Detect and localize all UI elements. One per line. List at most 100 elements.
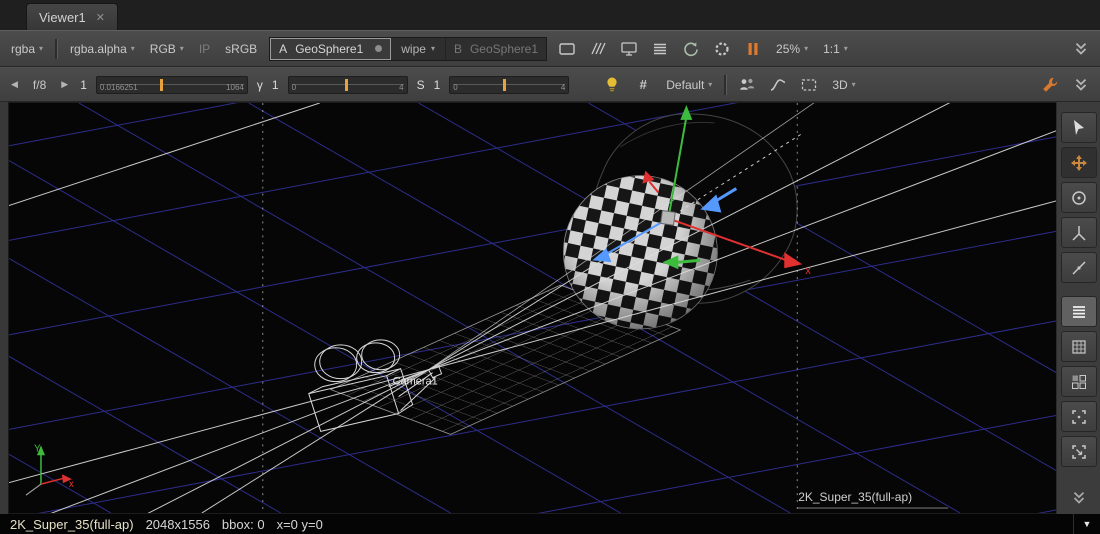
- gain-value[interactable]: 1: [80, 78, 87, 92]
- colorspace-label: sRGB: [225, 42, 257, 56]
- saturation-min-label: 0: [453, 84, 457, 93]
- frame-all-button[interactable]: [1061, 401, 1097, 432]
- gizmo-y-arrowhead[interactable]: [680, 105, 692, 120]
- curve-icon[interactable]: [767, 75, 789, 95]
- people-icon[interactable]: [736, 75, 758, 95]
- input-process-button[interactable]: IP: [196, 40, 213, 58]
- status-format: 2K_Super_35(full-ap): [10, 517, 134, 532]
- gamma-slider[interactable]: 0 4: [288, 76, 408, 94]
- gamma-value[interactable]: 1: [272, 78, 279, 92]
- chevron-down-icon: ▾: [180, 45, 184, 53]
- proxy-ratio-dropdown[interactable]: 1:1 ▾: [820, 40, 851, 58]
- scale-tool[interactable]: [1061, 217, 1097, 248]
- dashed-circle-icon[interactable]: [711, 39, 733, 59]
- input-a-value: GeoSphere1: [295, 42, 363, 56]
- next-arrow-icon: ▶: [61, 79, 68, 90]
- grid-view-button[interactable]: [1061, 331, 1097, 362]
- proxy-ratio-label: 1:1: [823, 42, 840, 56]
- main-area: x Y x Camera1 2K_Super_35(full-ap): [0, 102, 1100, 514]
- select-cursor-tool[interactable]: [1061, 112, 1097, 143]
- ab-input-group: A GeoSphere1 wipe ▾ B GeoSphere1: [269, 37, 547, 61]
- gizmo-x-arrowhead[interactable]: [784, 252, 802, 268]
- corner-axis-x-label: x: [69, 479, 74, 490]
- lut-dropdown[interactable]: Default ▾: [663, 76, 715, 94]
- saturation-slider[interactable]: 0 4: [449, 76, 569, 94]
- separator: [724, 75, 727, 95]
- joint-tool[interactable]: [1061, 252, 1097, 283]
- gain-prev-button[interactable]: ◀: [8, 77, 21, 92]
- input-a-letter: A: [279, 42, 287, 56]
- gain-fstop[interactable]: f/8: [30, 76, 49, 94]
- marquee-icon[interactable]: [798, 75, 820, 95]
- viewer-tab[interactable]: Viewer1 ✕: [26, 3, 118, 30]
- zoom-label: 25%: [776, 42, 800, 56]
- light-icon[interactable]: [601, 75, 623, 95]
- slider-track: [453, 84, 565, 85]
- status-dropdown-button[interactable]: ▼: [1073, 514, 1100, 534]
- chevron-down-icon: ▾: [844, 45, 848, 53]
- gamma-min-label: 0: [292, 84, 296, 93]
- tab-bar: Viewer1 ✕: [0, 0, 1100, 30]
- lut-label: Default: [666, 78, 704, 92]
- hash-grid-icon[interactable]: #: [632, 75, 654, 95]
- chevron-down-icon: ▾: [431, 45, 435, 53]
- frame-selection-button[interactable]: [1061, 436, 1097, 467]
- colorspace-dropdown[interactable]: sRGB: [222, 40, 260, 58]
- status-coords: x=0 y=0: [277, 517, 323, 532]
- viewport-format-label: 2K_Super_35(full-ap): [798, 490, 912, 504]
- frame-outline-icon[interactable]: [556, 39, 578, 59]
- wipe-handle-icon[interactable]: [375, 45, 382, 52]
- viewer-toolbar-top: rgba ▾ rgba.alpha ▾ RGB ▾ IP sRGB A GeoS…: [0, 30, 1100, 67]
- chevron-double-down-icon[interactable]: [1070, 39, 1092, 59]
- 3d-scene[interactable]: x Y x Camera1 2K_Super_35(full-ap): [9, 103, 1056, 513]
- view-mode-dropdown[interactable]: 3D ▾: [829, 76, 858, 94]
- monitor-icon[interactable]: [618, 39, 640, 59]
- translate-tool[interactable]: [1061, 147, 1097, 178]
- gain-slider[interactable]: 0.0166251 1064: [96, 76, 248, 94]
- saturation-max-label: 4: [561, 84, 565, 93]
- camera-label: Camera1: [393, 376, 438, 388]
- channel-set-label: rgba: [11, 42, 35, 56]
- close-icon[interactable]: ✕: [96, 11, 105, 24]
- wrench-icon[interactable]: [1039, 75, 1061, 95]
- wipe-label: wipe: [401, 42, 426, 56]
- nuke-viewer-window: Viewer1 ✕ rgba ▾ rgba.alpha ▾ RGB ▾ IP s…: [0, 0, 1100, 534]
- gamma-slider-handle[interactable]: [345, 79, 348, 91]
- pause-icon[interactable]: [742, 39, 764, 59]
- chevron-double-down-icon[interactable]: [1070, 75, 1092, 95]
- gain-fstop-label: f/8: [33, 78, 46, 92]
- status-bbox: bbox: 0: [222, 517, 265, 532]
- saturation-slider-handle[interactable]: [503, 79, 506, 91]
- gizmo-center-cube[interactable]: [661, 211, 676, 226]
- geosphere-checker[interactable]: [563, 176, 717, 329]
- input-a-dropdown[interactable]: A GeoSphere1: [270, 38, 391, 60]
- gizmo-green-handle[interactable]: [678, 260, 700, 262]
- split-view-button[interactable]: [1061, 366, 1097, 397]
- saturation-value[interactable]: 1: [434, 78, 441, 92]
- rotate-tool[interactable]: [1061, 182, 1097, 213]
- chevron-down-icon: ▾: [39, 45, 43, 53]
- alpha-channel-dropdown[interactable]: rgba.alpha ▾: [67, 40, 138, 58]
- channel-set-dropdown[interactable]: rgba ▾: [8, 40, 46, 58]
- 3d-viewport[interactable]: x Y x Camera1 2K_Super_35(full-ap): [8, 102, 1056, 514]
- rows-icon[interactable]: [649, 39, 671, 59]
- gain-max-label: 1064: [226, 84, 244, 93]
- dropdown-triangle-icon: ▼: [1083, 519, 1092, 529]
- viewer-toolbar-view: ◀ f/8 ▶ 1 0.0166251 1064 γ 1 0 4 S 1 0 4: [0, 67, 1100, 102]
- chevron-down-icon: ▾: [131, 45, 135, 53]
- display-mode-dropdown[interactable]: RGB ▾: [147, 40, 187, 58]
- hatch-icon[interactable]: [587, 39, 609, 59]
- input-b-dropdown[interactable]: B GeoSphere1: [446, 38, 546, 60]
- grid-icon: [1073, 341, 1085, 353]
- input-b-value: GeoSphere1: [470, 42, 538, 56]
- corner-axis-y-label: Y: [34, 443, 41, 454]
- multi-row-view-button[interactable]: [1061, 296, 1097, 327]
- chevron-double-down-icon[interactable]: [1068, 488, 1090, 508]
- alpha-channel-label: rgba.alpha: [70, 42, 127, 56]
- wipe-mode-dropdown[interactable]: wipe ▾: [391, 38, 446, 60]
- refresh-icon[interactable]: [680, 39, 702, 59]
- move-arrows-icon: [1071, 155, 1087, 171]
- gain-slider-handle[interactable]: [160, 79, 163, 91]
- zoom-dropdown[interactable]: 25% ▾: [773, 40, 811, 58]
- gain-next-button[interactable]: ▶: [58, 77, 71, 92]
